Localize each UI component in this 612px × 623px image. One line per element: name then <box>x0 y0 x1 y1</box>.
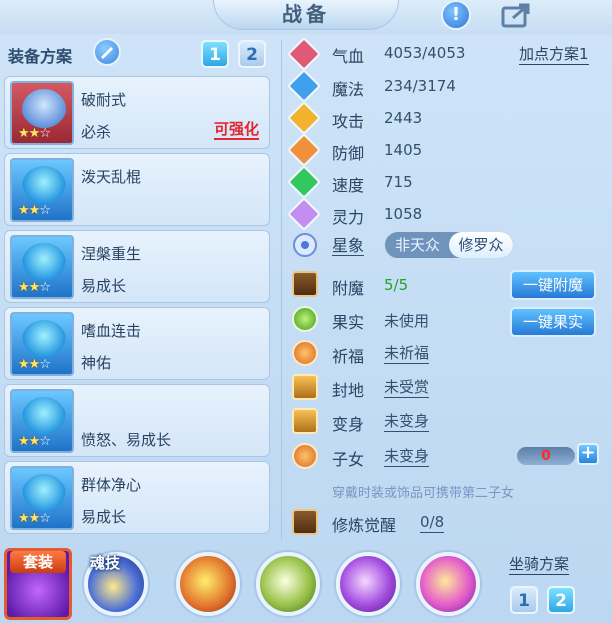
spirit-icon <box>287 197 321 231</box>
fief-label: 封地 <box>332 381 365 400</box>
upgradable-tag[interactable]: 可强化 <box>213 121 259 140</box>
children-icon <box>292 443 318 469</box>
stat-value-speed: 715 <box>384 173 413 191</box>
hp-icon <box>287 37 321 71</box>
card-name: 泼天乱棍 <box>81 168 142 186</box>
stat-value-spirit: 1058 <box>384 205 423 223</box>
mount-scheme-1-button[interactable]: 1 <box>510 586 538 614</box>
page-title: 战备 <box>213 0 399 30</box>
skill-orb-2[interactable] <box>256 552 320 616</box>
add-child-button[interactable]: + <box>577 443 599 465</box>
fruit-icon <box>292 306 318 332</box>
equipment-card[interactable]: ★★☆ 破耐式 必杀 可强化 <box>4 76 270 149</box>
scheme-1-button[interactable]: 1 <box>201 40 229 68</box>
blessing-label: 祈福 <box>332 347 365 366</box>
stat-label-spirit: 灵力 <box>332 208 365 227</box>
stat-label-mp: 魔法 <box>332 80 365 99</box>
star-rating: ★★☆ <box>18 511 51 526</box>
stat-label-hp: 气血 <box>332 47 365 66</box>
equipment-scheme-label: 装备方案 <box>8 47 73 66</box>
star-sign-toggle[interactable]: 非天众 修罗众 <box>384 231 514 259</box>
speed-icon <box>287 165 321 199</box>
equipment-thumbnail: ★★☆ <box>10 235 74 299</box>
second-child-hint: 穿戴时装或饰品可携带第二子女 <box>332 486 515 501</box>
children-value[interactable]: 未变身 <box>384 447 430 467</box>
equipment-thumbnail: ★★☆ <box>10 466 74 530</box>
equipment-thumbnail: ★★☆ <box>10 389 74 453</box>
children-label: 子女 <box>332 450 365 469</box>
fruit-label: 果实 <box>332 313 365 332</box>
children-count: 0 <box>517 447 575 465</box>
skill-orb-3[interactable] <box>336 552 400 616</box>
soul-skill-label: 魂技 <box>90 554 121 572</box>
cultivation-label: 修炼觉醒 <box>332 516 397 535</box>
enchant-value: 5/5 <box>384 276 409 294</box>
equipment-card[interactable]: ★★☆ 愤怒、易成长 <box>4 384 270 457</box>
enchant-icon <box>292 271 318 297</box>
one-click-enchant-button[interactable]: 一键附魔 <box>510 270 596 300</box>
transform-value[interactable]: 未变身 <box>384 412 430 432</box>
card-attribute: 愤怒、易成长 <box>81 431 172 449</box>
equipment-card[interactable]: ★★☆ 群体净心 易成长 <box>4 461 270 534</box>
add-point-plan-link[interactable]: 加点方案1 <box>519 45 589 65</box>
stat-label-defense: 防御 <box>332 144 365 163</box>
mount-scheme-label: 坐骑方案 <box>509 555 570 575</box>
card-attribute: 易成长 <box>81 508 127 526</box>
equipment-thumbnail: ★★☆ <box>10 312 74 376</box>
share-icon[interactable] <box>501 2 533 28</box>
edit-scheme-button[interactable] <box>93 38 121 66</box>
stat-value-defense: 1405 <box>384 141 423 159</box>
star-rating: ★★☆ <box>18 203 51 218</box>
blessing-icon <box>292 340 318 366</box>
star-rating: ★★☆ <box>18 126 51 141</box>
one-click-fruit-button[interactable]: 一键果实 <box>510 307 596 337</box>
star-rating: ★★☆ <box>18 434 51 449</box>
transform-label: 变身 <box>332 415 365 434</box>
card-attribute: 易成长 <box>81 277 127 295</box>
blessing-value[interactable]: 未祈福 <box>384 344 430 364</box>
equipment-thumbnail: ★★☆ <box>10 81 74 145</box>
stat-label-attack: 攻击 <box>332 112 365 131</box>
stat-value-attack: 2443 <box>384 109 423 127</box>
skill-orb-1[interactable] <box>176 552 240 616</box>
stat-value-hp: 4053/4053 <box>384 44 466 62</box>
skill-orb-4[interactable] <box>416 552 480 616</box>
option-xiuluozhong[interactable]: 修罗众 <box>449 232 513 258</box>
defense-icon <box>287 133 321 167</box>
mp-icon <box>287 69 321 103</box>
stat-label-speed: 速度 <box>332 176 365 195</box>
card-name: 嗜血连击 <box>81 322 142 340</box>
card-attribute: 神佑 <box>81 354 112 372</box>
star-rating: ★★☆ <box>18 357 51 372</box>
card-attribute: 必杀 <box>81 123 112 141</box>
transform-icon <box>292 408 318 434</box>
mount-scheme-2-button[interactable]: 2 <box>547 586 575 614</box>
star-sign-label: 星象 <box>332 236 365 256</box>
fief-icon <box>292 374 318 400</box>
card-name: 破耐式 <box>81 91 127 109</box>
scheme-2-button[interactable]: 2 <box>238 40 266 68</box>
cultivation-value[interactable]: 0/8 <box>420 513 445 533</box>
cultivation-icon <box>292 509 318 535</box>
fief-value[interactable]: 未受赏 <box>384 378 430 398</box>
enchant-label: 附魔 <box>332 279 365 298</box>
card-name: 涅槃重生 <box>81 245 142 263</box>
stat-value-mp: 234/3174 <box>384 77 456 95</box>
suit-label: 套装 <box>10 551 66 573</box>
equipment-card[interactable]: ★★☆ 嗜血连击 神佑 <box>4 307 270 380</box>
equipment-card[interactable]: ★★☆ 涅槃重生 易成长 <box>4 230 270 303</box>
attack-icon <box>287 101 321 135</box>
fruit-value: 未使用 <box>384 312 430 330</box>
equipment-card[interactable]: ★★☆ 泼天乱棍 <box>4 153 270 226</box>
pencil-icon <box>101 47 113 59</box>
option-feitianzhong[interactable]: 非天众 <box>395 232 440 258</box>
star-sign-icon <box>293 233 317 257</box>
card-name: 群体净心 <box>81 476 142 494</box>
info-icon[interactable]: ! <box>441 0 471 30</box>
column-divider <box>281 40 282 540</box>
equipment-thumbnail: ★★☆ <box>10 158 74 222</box>
star-rating: ★★☆ <box>18 280 51 295</box>
